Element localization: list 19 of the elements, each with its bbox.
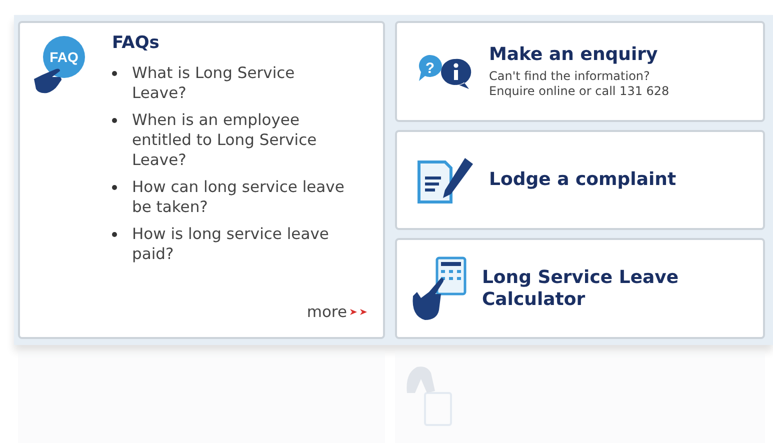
tile-description: Can't find the information? — [489, 68, 651, 84]
tile-description: Enquire online or call 131 628 — [489, 84, 670, 99]
link-tile[interactable]: ? Make an enquiry Can't find the information? Enquire online or call 131 628 — [395, 21, 765, 122]
bullet-icon — [112, 232, 117, 237]
link-tile[interactable]: Lodge a complaint — [395, 130, 765, 230]
tile-title: Lodge a complaint — [489, 169, 676, 191]
tile-title: Make an enquiry — [489, 44, 659, 66]
faq-link[interactable]: How can long service leave be taken? — [132, 177, 347, 217]
bullet-icon — [112, 185, 117, 190]
bullet-icon — [112, 118, 117, 123]
link-tile[interactable]: Long Service Leave Calculator — [395, 238, 765, 340]
faq-heading: FAQs — [112, 33, 160, 53]
faq-link[interactable]: How is long service leave paid? — [132, 224, 347, 264]
faq-link[interactable]: What is Long Service Leave? — [132, 63, 347, 103]
more-link[interactable]: more — [306, 303, 347, 321]
faq-link[interactable]: When is an employee entitled to Long Service Leave? — [132, 110, 347, 170]
tile-title: Long Service Leave Calculator — [482, 266, 680, 311]
bullet-icon — [112, 71, 117, 76]
double-arrow-icon — [349, 308, 369, 316]
